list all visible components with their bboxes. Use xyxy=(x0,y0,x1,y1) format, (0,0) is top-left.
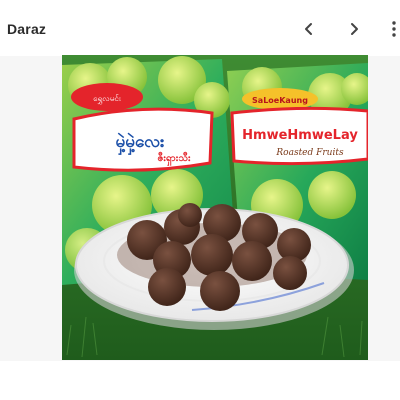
more-button[interactable] xyxy=(388,16,400,42)
top-bar: Daraz xyxy=(0,0,400,56)
product-photo-svg: ရွှေလမင်း မှဲ့မှဲ့လေး ဇီးရှားသီး SaLoeKa… xyxy=(62,55,368,360)
chevron-right-icon xyxy=(351,23,358,35)
chevron-left-icon xyxy=(305,23,312,35)
right-pack-maker: SaLoeKaung xyxy=(252,96,308,105)
bottom-area xyxy=(0,361,400,400)
app-title: Daraz xyxy=(7,21,47,37)
right-pack-subtitle: Roasted Fruits xyxy=(275,148,344,158)
previous-button[interactable] xyxy=(296,16,322,42)
more-vertical-icon xyxy=(392,21,396,37)
right-pack-brand: HmweHmweLay xyxy=(242,128,358,143)
next-button[interactable] xyxy=(341,16,367,42)
product-photo[interactable]: ရွှေလမင်း မှဲ့မှဲ့လေး ဇီးရှားသီး SaLoeKa… xyxy=(62,55,368,360)
